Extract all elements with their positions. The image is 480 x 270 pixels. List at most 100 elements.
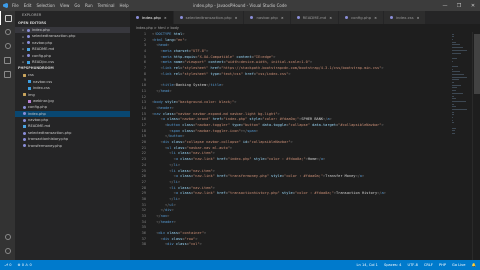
tab-navbar-php[interactable]: navbar.php × — [244, 11, 291, 24]
close-icon[interactable]: × — [21, 41, 25, 45]
tab-config-php[interactable]: config.php × — [339, 11, 384, 24]
open-editors-section[interactable]: OPEN EDITORS — [15, 20, 130, 27]
scrollbar-thumb[interactable] — [474, 34, 480, 94]
php-file-icon — [179, 16, 183, 19]
status-right: Ln 14, Col 1 Spaces: 4 UTF-8 CRLF PHP Go Live… — [357, 263, 476, 267]
minimap-line — [452, 41, 456, 43]
breadcrumb[interactable]: index.php > html > body — [130, 24, 480, 32]
menu-edit[interactable]: Edit — [24, 3, 32, 8]
tab-index-css[interactable]: index.css × — [383, 11, 427, 24]
tab-readme-md[interactable]: README.md × — [290, 11, 340, 24]
minimap-line — [452, 127, 456, 129]
token: "navbar-toggler" — [195, 123, 230, 127]
status-right-item[interactable]: Spaces: 4 — [384, 263, 401, 267]
token: > — [177, 162, 181, 167]
close-icon[interactable]: × — [21, 54, 25, 58]
close-icon[interactable]: × — [417, 16, 420, 20]
code-editor[interactable]: 1 <!DOCTYPE html> 2 <html lang="en"> 3 <head… — [130, 32, 470, 260]
file-item[interactable]: transfermoney.php — [15, 143, 130, 149]
source-control-tab[interactable] — [0, 39, 15, 53]
close-icon[interactable]: × — [281, 16, 284, 20]
status-right-item[interactable]: 🔔 — [472, 263, 476, 267]
status-right-item[interactable]: Ln 14, Col 1 — [357, 263, 378, 267]
token: html — [154, 37, 163, 42]
token: class — [180, 128, 194, 133]
menu-go[interactable]: Go — [74, 3, 80, 8]
menu-help[interactable]: Help — [120, 3, 129, 8]
file-label: transfermoney.php — [28, 143, 62, 148]
close-icon[interactable]: × — [329, 16, 332, 20]
tab-index-php[interactable]: index.php × — [130, 11, 174, 24]
line-number: 38 — [141, 242, 146, 247]
minimize-button[interactable]: — — [438, 0, 452, 11]
token: class — [180, 123, 194, 127]
status-bar: ⎇ 0 ⊗ 0 ⚠ 0 Ln 14, Col 1 Spaces: 4 UTF-8 CRL… — [0, 260, 480, 270]
close-icon[interactable]: × — [21, 60, 25, 64]
close-icon[interactable]: × — [21, 47, 25, 51]
folder-icon — [23, 74, 26, 78]
run-debug-tab[interactable] — [0, 53, 15, 67]
editor-scrollbar[interactable] — [472, 32, 480, 260]
menu-selection[interactable]: Selection — [36, 3, 54, 8]
menu-view[interactable]: View — [60, 3, 70, 8]
minimap-line — [452, 122, 454, 124]
code-line: 38 <div class="col"> — [130, 242, 470, 248]
token: > — [221, 83, 224, 88]
minimap-line — [452, 33, 455, 35]
menu-run[interactable]: Run — [85, 3, 93, 8]
status-right-item[interactable]: CRLF — [424, 263, 433, 267]
close-icon[interactable]: × — [21, 35, 25, 39]
token: title — [162, 83, 174, 88]
status-left-item[interactable]: ⎇ 0 — [4, 263, 12, 267]
token: href — [214, 157, 226, 162]
php-file-icon — [345, 16, 349, 19]
explorer-tab[interactable] — [0, 11, 15, 25]
minimap-line — [452, 52, 462, 54]
minimap[interactable] — [452, 32, 472, 260]
token: data-target — [310, 123, 336, 127]
tab-label: selectedtransaction.php — [185, 15, 232, 20]
menu-terminal[interactable]: Terminal — [98, 3, 115, 8]
token: > — [203, 231, 207, 236]
token: class — [160, 111, 174, 116]
close-icon[interactable]: × — [164, 16, 167, 20]
token: > — [277, 111, 280, 116]
jpg-file-icon — [28, 99, 31, 103]
accounts-button[interactable] — [0, 230, 15, 244]
status-left-item[interactable]: ⊗ 0 ⚠ 0 — [18, 263, 32, 267]
maximize-button[interactable]: ❐ — [452, 0, 466, 11]
token: > — [184, 37, 187, 42]
token: > — [167, 214, 170, 218]
tab-selectedtransaction-php[interactable]: selectedtransaction.php × — [173, 11, 245, 24]
status-right-item[interactable]: UTF-8 — [407, 263, 417, 267]
search-tab[interactable] — [0, 25, 15, 39]
close-button[interactable]: ✕ — [466, 0, 480, 11]
token: "navbar-nav ml-auto" — [186, 145, 230, 150]
token: class — [169, 140, 183, 145]
token: "nav-link" — [193, 191, 215, 196]
status-right-item[interactable]: Go Live — [452, 263, 465, 267]
menu-file[interactable]: File — [12, 3, 19, 8]
token: > — [288, 71, 291, 76]
close-icon[interactable]: × — [21, 28, 25, 32]
token: > — [167, 43, 170, 48]
extensions-tab[interactable] — [0, 67, 15, 81]
tab-label: config.php — [351, 15, 372, 20]
close-icon[interactable]: × — [374, 16, 377, 20]
token: "container" — [180, 231, 204, 236]
manage-button[interactable] — [0, 244, 15, 258]
status-right-item[interactable]: PHP — [439, 263, 446, 267]
project-section[interactable]: PHPSPHUNDROOM — [15, 65, 130, 72]
token: "index.php" — [227, 157, 252, 162]
token: "X-UA-Compatible" — [197, 54, 235, 59]
open-editors-list: × index.php × selectedtransaction.php × navba… — [15, 27, 130, 65]
close-icon[interactable]: × — [235, 16, 238, 20]
token: "row" — [184, 236, 196, 241]
tab-label: index.css — [395, 15, 414, 20]
token: "color : #fdaa0a;" — [294, 191, 334, 196]
minimap-line — [452, 106, 457, 108]
